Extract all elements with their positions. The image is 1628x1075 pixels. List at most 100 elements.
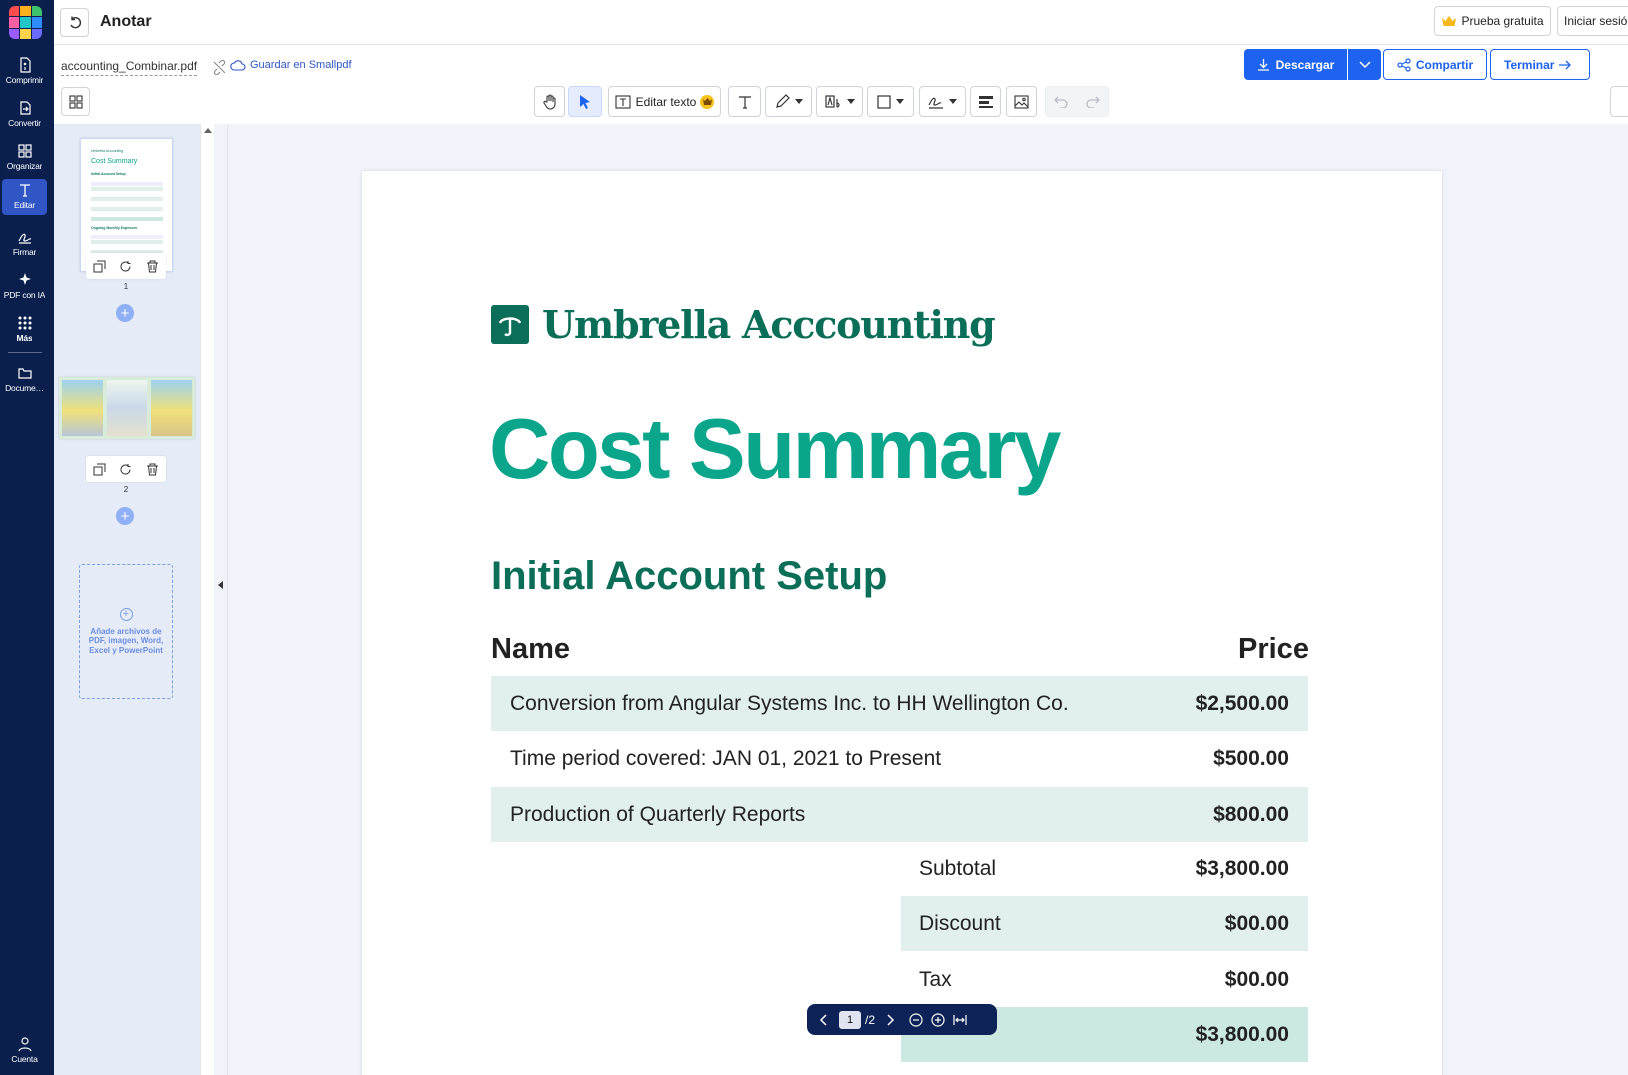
page-title: Anotar xyxy=(100,13,152,30)
mini-row xyxy=(91,245,163,249)
duplicate-icon[interactable] xyxy=(93,260,106,273)
insert-image-tool[interactable] xyxy=(1006,86,1037,117)
mini-row xyxy=(91,192,163,196)
duplicate-icon[interactable] xyxy=(93,463,106,476)
add-files-dropzone[interactable]: + Añade archivos de PDF, imagen, Word, E… xyxy=(79,564,173,699)
chevron-left-icon[interactable] xyxy=(817,1013,831,1027)
chevron-down-icon xyxy=(846,99,855,104)
thumbnail-view-toggle[interactable] xyxy=(61,87,90,116)
mini-illustration xyxy=(62,380,103,436)
share-button[interactable]: Compartir xyxy=(1383,49,1487,80)
current-page-input[interactable]: 1 xyxy=(839,1010,861,1029)
pointer-icon xyxy=(580,94,590,109)
page-navigator: 1 /2 xyxy=(807,1004,997,1035)
summary-subtotal: Subtotal $3,800.00 xyxy=(919,856,1289,880)
file-name[interactable]: accounting_Combinar.pdf xyxy=(61,59,198,76)
mini-brand: Umbrella Accounting xyxy=(91,149,124,153)
free-trial-button[interactable]: Prueba gratuita xyxy=(1434,6,1551,36)
rail-item-compress[interactable]: Comprimir xyxy=(2,54,47,92)
sign-icon xyxy=(17,233,31,244)
column-header-price: Price xyxy=(1238,633,1309,665)
plus-icon: + xyxy=(120,304,130,322)
back-arrow-icon xyxy=(69,16,81,28)
page-number-label: 2 xyxy=(123,485,129,494)
mini-row xyxy=(91,207,163,211)
document-viewer[interactable]: Umbrella Acccounting Cost Summary Initia… xyxy=(228,124,1628,1075)
unlink-icon[interactable] xyxy=(212,60,227,75)
thumbnail-scrollbar[interactable] xyxy=(200,124,214,1075)
hand-tool[interactable] xyxy=(534,86,565,117)
rail-item-sign[interactable]: Firmar xyxy=(2,226,47,264)
chevron-right-icon[interactable] xyxy=(883,1013,897,1027)
top-bar: Anotar Prueba gratuita Iniciar sesión xyxy=(54,0,1628,45)
section-title: Initial Account Setup xyxy=(491,554,888,598)
edit-text-tool[interactable]: Editar texto xyxy=(608,86,721,117)
save-to-smallpdf-link[interactable]: Guardar en Smallpdf xyxy=(230,59,352,71)
zoom-in-icon[interactable] xyxy=(931,1012,945,1027)
signature-tool[interactable] xyxy=(919,86,966,117)
back-button[interactable] xyxy=(60,8,89,37)
arrow-right-icon xyxy=(1559,60,1572,69)
search-button[interactable] xyxy=(1610,86,1628,117)
page-thumbnail-1[interactable]: Umbrella Accounting Cost Summary Initial… xyxy=(80,138,173,272)
select-tool[interactable] xyxy=(568,86,602,117)
collapse-panel-handle[interactable] xyxy=(214,124,228,1075)
page-2-actions xyxy=(86,456,166,482)
add-page-button[interactable]: + xyxy=(116,507,134,525)
premium-crown-icon xyxy=(700,94,715,109)
page-thumbnail-2[interactable] xyxy=(59,377,195,439)
apps-grid-icon xyxy=(18,316,31,330)
mini-row xyxy=(91,240,163,244)
trash-icon[interactable] xyxy=(146,260,159,273)
finish-button[interactable]: Terminar xyxy=(1490,49,1590,80)
rail-item-ai-pdf[interactable]: PDF con IA xyxy=(2,269,47,307)
organize-icon xyxy=(17,144,32,158)
mini-row xyxy=(91,197,163,201)
rail-item-organize[interactable]: Organizar xyxy=(2,140,47,178)
redact-icon xyxy=(978,95,993,108)
draw-tool[interactable] xyxy=(765,86,812,117)
edit-text-icon xyxy=(19,184,30,197)
mini-row xyxy=(91,235,163,239)
shape-tool[interactable] xyxy=(867,86,914,117)
rotate-icon[interactable] xyxy=(119,260,132,273)
mini-row xyxy=(91,217,163,221)
add-text-tool[interactable] xyxy=(728,86,761,117)
text-style-tool[interactable] xyxy=(816,86,863,117)
rail-item-more[interactable]: Más xyxy=(2,312,47,350)
page-1-actions xyxy=(86,253,166,279)
crown-icon xyxy=(1442,16,1457,26)
trash-icon[interactable] xyxy=(146,463,159,476)
rail-item-edit[interactable]: Editar xyxy=(2,179,47,215)
scroll-up-icon[interactable] xyxy=(204,128,212,133)
account-icon xyxy=(17,1037,32,1052)
table-row: Time period covered: JAN 01, 2021 to Pre… xyxy=(510,746,1289,770)
summary-tax: Tax $00.00 xyxy=(919,967,1289,991)
mini-row xyxy=(91,202,163,206)
mini-row xyxy=(91,182,163,186)
rotate-icon[interactable] xyxy=(119,463,132,476)
rail-item-documents[interactable]: Docume… xyxy=(2,362,47,400)
download-button[interactable]: Descargar xyxy=(1244,49,1347,80)
pdf-page[interactable]: Umbrella Acccounting Cost Summary Initia… xyxy=(362,171,1442,1075)
mini-title: Cost Summary xyxy=(91,158,138,165)
undo-redo-group xyxy=(1045,86,1109,117)
undo-icon[interactable] xyxy=(1054,95,1069,108)
smallpdf-logo[interactable] xyxy=(9,6,42,39)
fit-width-icon[interactable] xyxy=(953,1013,967,1027)
hand-icon xyxy=(542,93,556,110)
mini-section: Initial Account Setup xyxy=(91,172,126,176)
redact-tool[interactable] xyxy=(970,86,1001,117)
add-page-button[interactable]: + xyxy=(116,304,134,322)
login-button[interactable]: Iniciar sesión xyxy=(1557,6,1628,36)
zoom-out-icon[interactable] xyxy=(909,1012,923,1027)
redo-icon[interactable] xyxy=(1085,95,1100,108)
umbrella-logo-icon xyxy=(491,305,529,344)
pen-icon xyxy=(775,94,790,108)
column-header-name: Name xyxy=(491,633,570,665)
download-options-button[interactable] xyxy=(1348,49,1381,80)
rail-item-convert[interactable]: Convertir xyxy=(2,97,47,135)
plus-circle-icon: + xyxy=(119,607,133,621)
chevron-down-icon xyxy=(949,99,957,104)
rail-item-account[interactable]: Cuenta xyxy=(2,1033,47,1071)
